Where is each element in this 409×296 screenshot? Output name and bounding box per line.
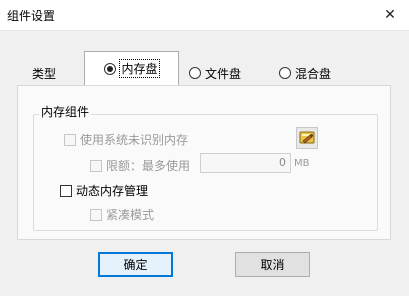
tab-type[interactable]: 类型 bbox=[26, 58, 62, 88]
tab-file-disk-label: 文件盘 bbox=[205, 66, 242, 81]
mixed-disk-radio[interactable] bbox=[279, 67, 291, 79]
memory-limit-label: 限额：最多使用 bbox=[106, 159, 191, 173]
close-icon[interactable]: ✕ bbox=[379, 4, 401, 26]
use-unrecognized-memory-label: 使用系统未识别内存 bbox=[80, 133, 189, 147]
memory-limit-option[interactable]: 限额：最多使用 bbox=[90, 157, 190, 174]
tab-memory-disk-label: 内存盘 bbox=[119, 59, 160, 78]
group-title: 内存组件 bbox=[39, 103, 92, 120]
compact-mode-label: 紧凑模式 bbox=[106, 208, 155, 222]
window-title: 组件设置 bbox=[7, 9, 56, 23]
tab-mixed-disk[interactable]: 混合盘 bbox=[273, 58, 337, 88]
cancel-button[interactable]: 取消 bbox=[235, 252, 310, 277]
tab-type-label: 类型 bbox=[32, 66, 57, 81]
memory-limit-checkbox[interactable] bbox=[90, 159, 102, 172]
memory-settings-button[interactable] bbox=[296, 127, 318, 149]
memory-limit-input[interactable]: 0 bbox=[200, 153, 291, 173]
component-settings-dialog: 组件设置 ✕ 类型 内存盘 文件盘 混合盘 内存组件 使用系统未识别内存 限额：… bbox=[0, 0, 409, 296]
dynamic-memory-label: 动态内存管理 bbox=[76, 184, 149, 198]
compact-mode-checkbox[interactable] bbox=[90, 208, 102, 221]
memory-limit-unit: MB bbox=[294, 158, 310, 169]
ok-button[interactable]: 确定 bbox=[98, 252, 173, 277]
tab-memory-disk[interactable]: 内存盘 bbox=[84, 51, 179, 85]
title-bar: 组件设置 ✕ bbox=[0, 0, 409, 31]
tab-file-disk[interactable]: 文件盘 bbox=[183, 58, 247, 88]
dynamic-memory-checkbox[interactable] bbox=[60, 184, 72, 197]
dynamic-memory-option[interactable]: 动态内存管理 bbox=[60, 182, 148, 199]
tab-mixed-disk-label: 混合盘 bbox=[295, 66, 332, 81]
tab-strip: 类型 内存盘 文件盘 混合盘 bbox=[0, 51, 409, 85]
settings-pad-icon bbox=[299, 131, 315, 144]
memory-disk-radio[interactable] bbox=[104, 62, 117, 75]
memory-disk-panel: 内存组件 使用系统未识别内存 限额：最多使用 0 MB 动态内存管理 紧凑模式 bbox=[17, 85, 391, 240]
file-disk-radio[interactable] bbox=[189, 67, 201, 79]
compact-mode-option[interactable]: 紧凑模式 bbox=[90, 206, 154, 223]
use-unrecognized-memory-option[interactable]: 使用系统未识别内存 bbox=[64, 131, 188, 148]
use-unrecognized-memory-checkbox[interactable] bbox=[64, 133, 76, 146]
